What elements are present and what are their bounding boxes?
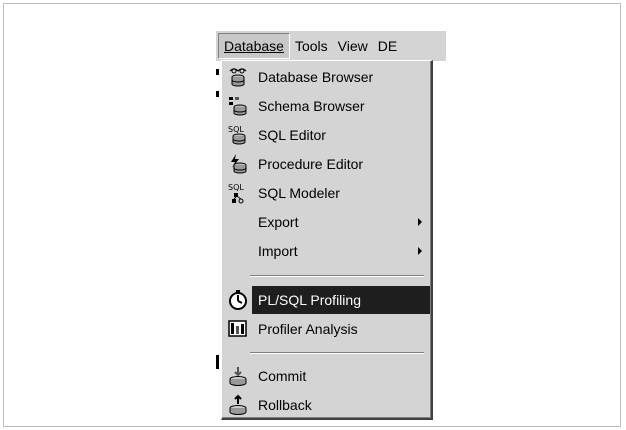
schema-browser-icon (224, 92, 252, 120)
window-edge (216, 91, 219, 97)
menu-tools[interactable]: Tools (290, 34, 333, 58)
menu-database[interactable]: Database (218, 33, 290, 59)
menu-item-plsql-profiling[interactable]: PL/SQL Profiling (224, 286, 430, 314)
menu-de[interactable]: DE (373, 34, 402, 58)
rollback-icon (224, 391, 252, 419)
database-browser-icon (224, 63, 252, 91)
sql-modeler-icon: SQL (224, 179, 252, 207)
menu-item-procedure-editor[interactable]: Procedure Editor (224, 150, 430, 178)
window-edge (216, 355, 219, 369)
menu-item-sql-modeler[interactable]: SQL SQL Modeler (224, 179, 430, 207)
menu-view[interactable]: View (333, 34, 373, 58)
figure-frame: Database Tools View DE Database Browser … (3, 3, 621, 427)
svg-text:SQL: SQL (228, 183, 244, 192)
menu-bar: Database Tools View DE (216, 31, 446, 61)
submenu-arrow-icon (418, 218, 422, 226)
menu-item-export[interactable]: Export (224, 208, 430, 236)
svg-text:SQL: SQL (228, 125, 244, 134)
profiler-analysis-icon (224, 315, 252, 343)
database-dropdown-menu: Database Browser Schema Browser SQL SQL … (221, 60, 433, 420)
menu-item-import[interactable]: Import (224, 237, 430, 265)
menu-item-profiler-analysis[interactable]: Profiler Analysis (224, 315, 430, 343)
menu-item-database-browser[interactable]: Database Browser (224, 63, 430, 91)
procedure-editor-icon (224, 150, 252, 178)
menu-item-schema-browser[interactable]: Schema Browser (224, 92, 430, 120)
menu-separator (250, 275, 424, 277)
window-edge (216, 69, 219, 75)
menu-separator (250, 352, 424, 354)
sql-editor-icon: SQL (224, 121, 252, 149)
submenu-arrow-icon (418, 247, 422, 255)
menu-item-sql-editor[interactable]: SQL SQL Editor (224, 121, 430, 149)
stopwatch-icon (224, 286, 252, 314)
menu-item-rollback[interactable]: Rollback (224, 391, 430, 419)
menu-item-commit[interactable]: Commit (224, 362, 430, 390)
commit-icon (224, 362, 252, 390)
app-screen: Database Tools View DE Database Browser … (216, 31, 446, 423)
